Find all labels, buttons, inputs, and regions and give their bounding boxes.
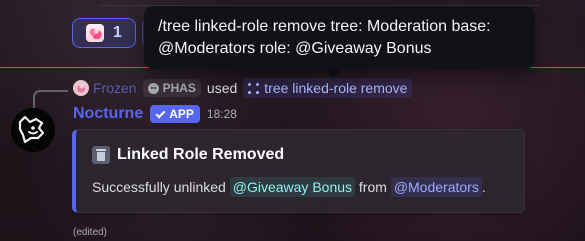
- bot-avatar[interactable]: [11, 108, 55, 152]
- command-tooltip: /tree linked-role remove tree: Moderatio…: [144, 6, 535, 69]
- embed-title-row: Linked Role Removed: [92, 146, 284, 164]
- skull-icon: [147, 82, 159, 94]
- moderators-mention[interactable]: @Moderators: [390, 177, 482, 197]
- embed-prefix: Successfully unlinked: [92, 179, 226, 195]
- server-tag: PHAS: [142, 79, 201, 97]
- command-name: tree linked-role remove: [264, 80, 408, 96]
- reply-reference[interactable]: Frozen PHAS used tree linked-role remove: [93, 78, 413, 98]
- reply-connector: [33, 90, 68, 109]
- command-icon: [248, 82, 260, 94]
- embed-suffix: .: [481, 179, 486, 195]
- embed-card: Linked Role Removed Successfully unlinke…: [72, 129, 525, 213]
- reaction-count: 1: [113, 24, 122, 41]
- embed-middle: from: [358, 179, 387, 195]
- app-badge: APP: [150, 105, 200, 123]
- reaction-chip[interactable]: 1: [72, 18, 136, 48]
- command-link[interactable]: tree linked-role remove: [243, 78, 413, 98]
- embed-description: Successfully unlinked @Giveaway Bonus fr…: [92, 177, 486, 197]
- embed-title: Linked Role Removed: [117, 146, 285, 163]
- reaction-emoji-icon: [86, 24, 105, 42]
- replied-user-avatar[interactable]: [73, 80, 89, 96]
- message-timestamp: 18:28: [206, 107, 237, 121]
- server-tag-label: PHAS: [162, 81, 196, 95]
- edited-indicator: (edited): [73, 227, 107, 238]
- reply-action-text: used: [206, 80, 238, 96]
- bot-name[interactable]: Nocturne: [73, 105, 143, 123]
- replied-user-name[interactable]: Frozen: [93, 79, 137, 97]
- trash-icon: [92, 146, 110, 164]
- check-icon: [156, 109, 166, 119]
- tooltip-line-2: @Moderators role: @Giveaway Bonus: [158, 40, 432, 57]
- app-badge-label: APP: [169, 107, 194, 121]
- cat-logo-icon: [11, 108, 55, 152]
- tooltip-line-1: /tree linked-role remove tree: Moderatio…: [158, 18, 491, 35]
- message-header: Nocturne APP 18:28: [73, 105, 237, 123]
- role-mention[interactable]: @Giveaway Bonus: [229, 177, 356, 197]
